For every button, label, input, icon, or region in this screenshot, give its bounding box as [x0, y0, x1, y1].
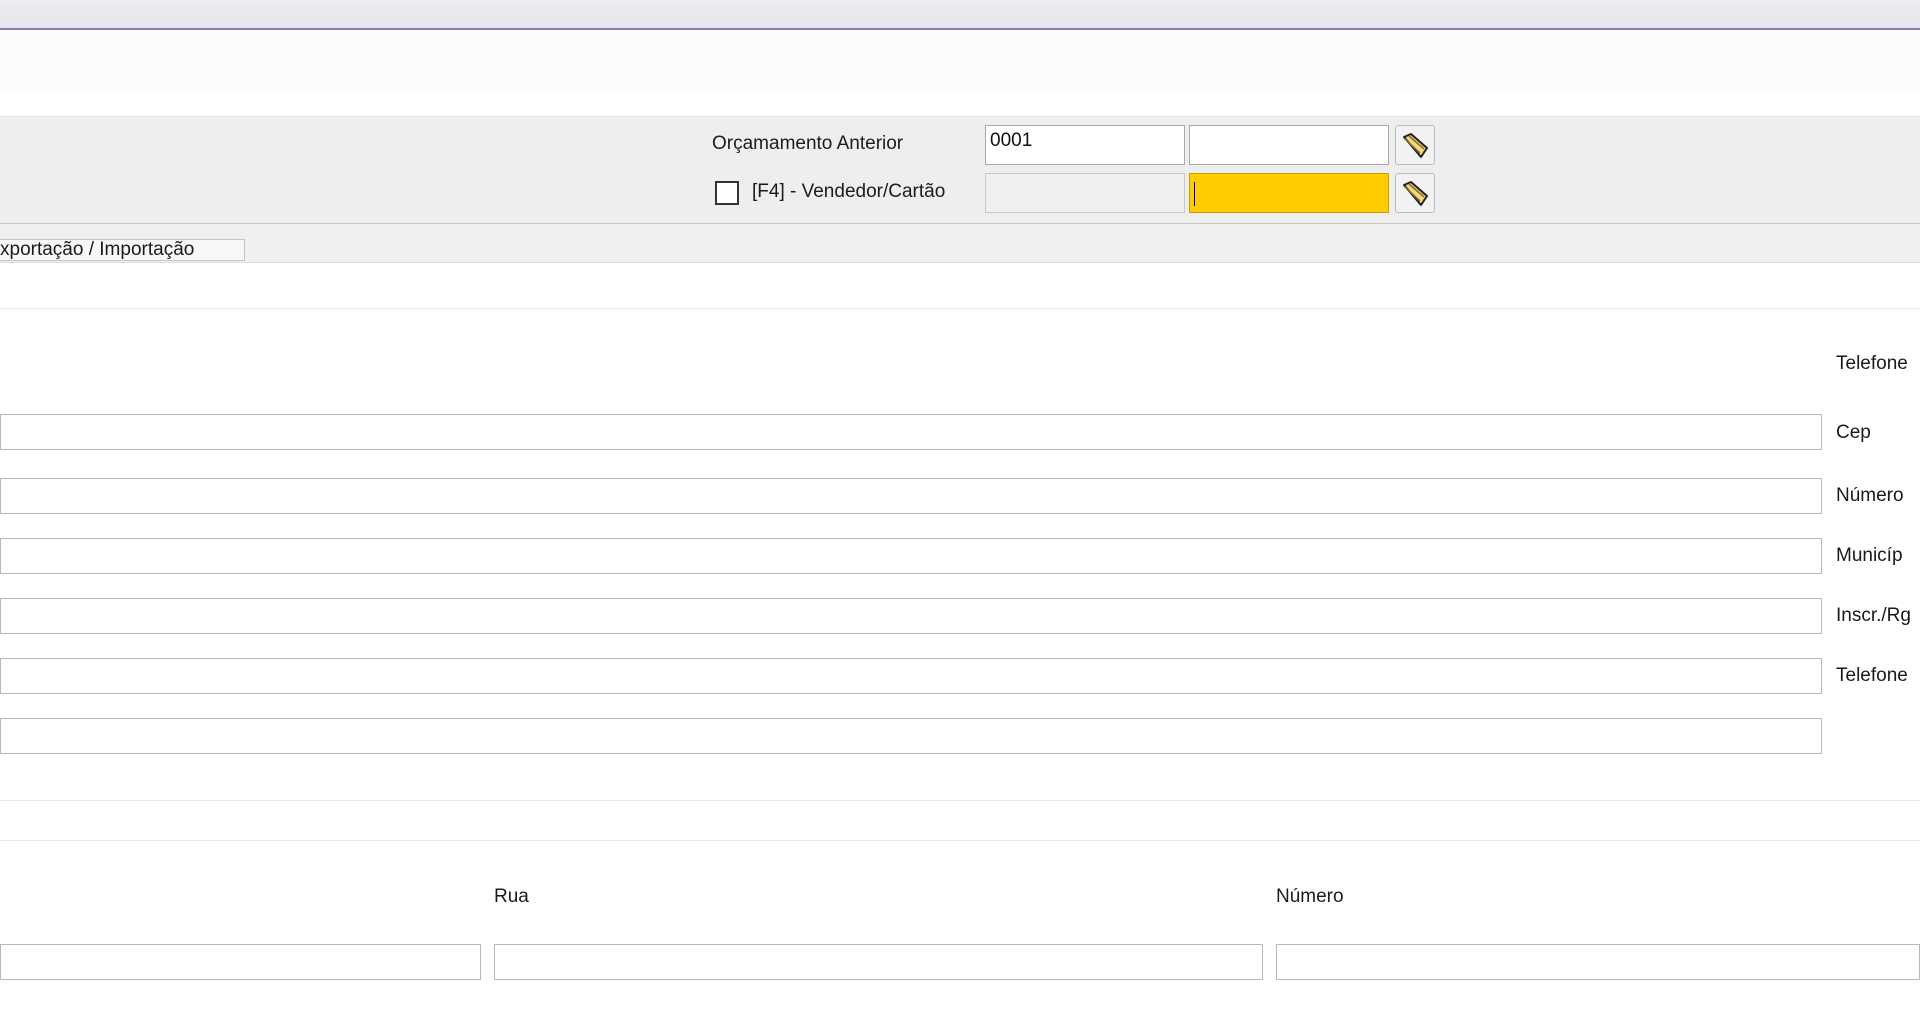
vendedor-name-input[interactable]	[1189, 173, 1389, 213]
customer-field-4[interactable]	[0, 598, 1822, 634]
numero-label: Número	[1836, 485, 1904, 506]
folder-lookup-icon	[1403, 181, 1428, 206]
municipio-label: Municíp	[1836, 545, 1903, 566]
customer-field-2[interactable]	[0, 478, 1822, 514]
orcamento-lookup-button[interactable]	[1395, 125, 1435, 165]
text-cursor	[1194, 182, 1195, 206]
customer-field-3[interactable]	[0, 538, 1822, 574]
vendedor-cartao-label: [F4] - Vendedor/Cartão	[752, 181, 946, 202]
telefone-2-label: Telefone	[1836, 665, 1908, 686]
tab-strip	[0, 224, 1920, 263]
folder-lookup-icon	[1403, 133, 1428, 158]
customer-field-6[interactable]	[0, 718, 1822, 754]
window-title-bar	[0, 0, 1920, 30]
numero-address-label: Número	[1276, 886, 1344, 907]
tab-exportacao-importacao[interactable]: xportação / Importação	[0, 239, 245, 261]
orcamento-anterior-input[interactable]: 0001	[985, 125, 1185, 165]
section-divider	[0, 800, 1920, 801]
numero-input[interactable]	[1276, 944, 1920, 980]
vendedor-lookup-button[interactable]	[1395, 173, 1435, 213]
vendedor-code-input[interactable]	[985, 173, 1185, 213]
header-panel: Orçamamento Anterior 0001 [F4] - Vendedo…	[0, 116, 1920, 225]
telefone-label: Telefone	[1836, 353, 1908, 374]
toolbar-strip	[0, 30, 1920, 92]
address-field-1[interactable]	[0, 944, 481, 980]
customer-field-5[interactable]	[0, 658, 1822, 694]
vendedor-checkbox[interactable]	[715, 181, 739, 205]
customer-field-1[interactable]	[0, 414, 1822, 450]
app-window: Orçamamento Anterior 0001 [F4] - Vendedo…	[0, 0, 1920, 1018]
section-divider	[0, 308, 1920, 309]
cep-label: Cep	[1836, 422, 1871, 443]
rua-input[interactable]	[494, 944, 1263, 980]
section-divider	[0, 840, 1920, 841]
orcamento-anterior-description-input[interactable]	[1189, 125, 1389, 165]
rua-label: Rua	[494, 886, 529, 907]
orcamento-anterior-label: Orçamamento Anterior	[712, 133, 904, 154]
inscr-rg-label: Inscr./Rg	[1836, 605, 1911, 626]
